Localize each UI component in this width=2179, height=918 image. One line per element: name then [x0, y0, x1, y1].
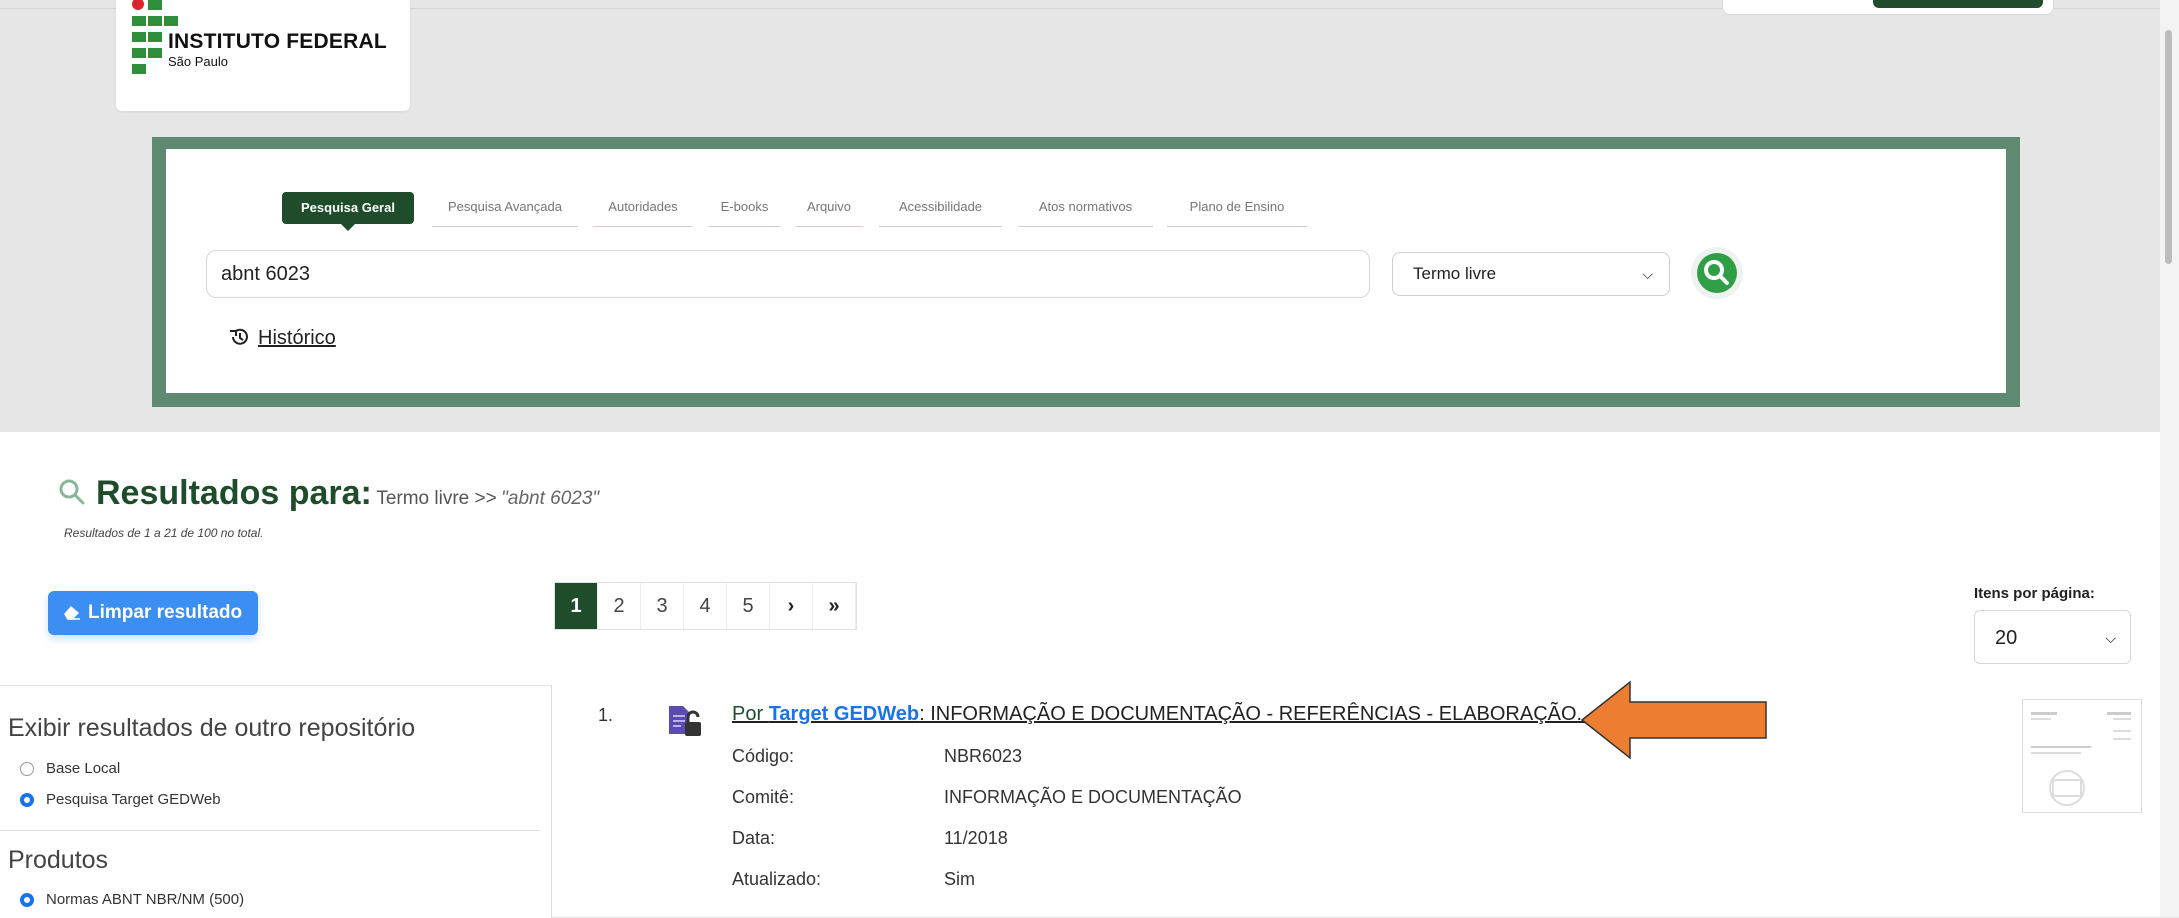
result-title: : INFORMAÇÃO E DOCUMENTAÇÃO - REFERÊNCIA… — [919, 703, 1594, 725]
tab-plano-de-ensino[interactable]: Plano de Ensino — [1167, 192, 1307, 227]
history-label: Histórico — [258, 327, 336, 349]
radio-icon[interactable] — [20, 762, 34, 776]
last-page-icon[interactable]: » — [813, 583, 856, 629]
pagination: 1 2 3 4 5 › » — [554, 582, 857, 630]
results-heading: Resultados para: Termo livre >> "abnt 60… — [58, 474, 599, 513]
vertical-scrollbar[interactable] — [2160, 0, 2179, 917]
search-icon — [59, 479, 85, 505]
annotation-arrow-icon — [1580, 680, 1767, 760]
field-label-codigo: Código: — [732, 746, 795, 766]
search-input[interactable] — [206, 250, 1370, 298]
page-2[interactable]: 2 — [598, 583, 641, 629]
product-option-label: Normas ABNT NBR/NM (500) — [46, 891, 245, 908]
page-3[interactable]: 3 — [641, 583, 684, 629]
logo-subtitle: São Paulo — [168, 54, 228, 69]
document-thumbnail-image — [2031, 712, 2131, 806]
field-value-comite: INFORMAÇÃO E DOCUMENTAÇÃO — [944, 787, 1242, 807]
search-frame: Pesquisa Geral Pesquisa Avançada Autorid… — [152, 137, 2020, 407]
logo-title: INSTITUTO FEDERAL — [168, 30, 387, 53]
result-index: 1. — [598, 705, 614, 725]
top-right-button[interactable] — [1873, 0, 2043, 8]
search-button[interactable] — [1691, 247, 1743, 299]
results-count: Resultados de 1 a 21 de 100 no total. — [64, 526, 264, 540]
items-per-page-label: Itens por página: — [1974, 585, 2095, 602]
search-icon — [1704, 260, 1729, 285]
page-5[interactable]: 5 — [727, 583, 770, 629]
field-value-data: 11/2018 — [944, 828, 1008, 848]
sidebar-divider — [0, 830, 540, 831]
history-link[interactable]: Histórico — [228, 327, 336, 350]
tab-arquivo[interactable]: Arquivo — [795, 192, 863, 227]
result-item: 1. Por Target GEDWeb: INFORMAÇÃO E DOCUM… — [552, 685, 2168, 917]
page-1[interactable]: 1 — [555, 583, 598, 629]
products-heading: Produtos — [8, 846, 109, 874]
repo-heading: Exibir resultados de outro repositório — [8, 714, 416, 742]
tab-autoridades[interactable]: Autoridades — [593, 192, 693, 227]
filter-sidebar: Exibir resultados de outro repositório B… — [0, 685, 552, 918]
results-area: Resultados para: Termo livre >> "abnt 60… — [0, 432, 2168, 918]
result-source-link[interactable]: Target GEDWeb — [769, 703, 919, 725]
search-panel: Pesquisa Geral Pesquisa Avançada Autorid… — [166, 149, 2006, 393]
items-per-page-value: 20 — [1995, 627, 2018, 649]
field-value-atualizado: Sim — [944, 869, 975, 889]
field-label-atualizado: Atualizado: — [732, 869, 822, 889]
field-value-codigo: NBR6023 — [944, 746, 1023, 766]
scrollbar-thumb[interactable] — [2165, 30, 2172, 264]
document-thumbnail[interactable] — [2022, 699, 2142, 813]
results-criteria: Termo livre >> — [376, 488, 497, 509]
tab-pesquisa-avancada[interactable]: Pesquisa Avançada — [432, 192, 578, 227]
clear-results-button[interactable]: Limpar resultado — [48, 591, 258, 635]
field-label-data: Data: — [732, 828, 776, 848]
radio-selected-icon[interactable] — [20, 793, 34, 807]
product-option-normas[interactable]: Normas ABNT NBR/NM (500) — [20, 891, 244, 908]
results-title: Resultados para: — [96, 474, 372, 512]
chevron-down-icon: ⌵ — [2105, 630, 2116, 646]
repo-option-base-local[interactable]: Base Local — [20, 760, 120, 777]
field-label-comite: Comitê: — [732, 787, 795, 807]
page-4[interactable]: 4 — [684, 583, 727, 629]
clear-results-label: Limpar resultado — [88, 602, 243, 623]
results-query: "abnt 6023" — [501, 488, 600, 509]
repo-option-label: Base Local — [46, 760, 121, 777]
repo-option-label: Pesquisa Target GEDWeb — [46, 791, 221, 808]
eraser-icon — [64, 606, 80, 620]
search-filter-value: Termo livre — [1413, 264, 1497, 283]
top-right-menu[interactable] — [1722, 0, 2054, 15]
tab-acessibilidade[interactable]: Acessibilidade — [879, 192, 1002, 227]
radio-selected-icon[interactable] — [20, 893, 34, 907]
chevron-down-icon: ⌵ — [1642, 266, 1653, 282]
result-title-link[interactable]: Por Target GEDWeb: INFORMAÇÃO E DOCUMENT… — [732, 703, 1593, 726]
tab-ebooks[interactable]: E-books — [708, 192, 781, 227]
logo-card[interactable]: INSTITUTO FEDERAL São Paulo — [116, 0, 410, 111]
tab-atos-normativos[interactable]: Atos normativos — [1018, 192, 1153, 227]
history-icon — [230, 328, 248, 345]
items-per-page-select[interactable]: 20 ⌵ — [1974, 610, 2131, 664]
repo-option-target-gedweb[interactable]: Pesquisa Target GEDWeb — [20, 791, 221, 808]
tab-pesquisa-geral[interactable]: Pesquisa Geral — [282, 192, 414, 231]
search-filter-select[interactable]: Termo livre ⌵ — [1392, 252, 1670, 296]
locked-document-icon — [669, 706, 701, 736]
result-link-prefix: Por — [732, 703, 769, 725]
next-page-icon[interactable]: › — [770, 583, 813, 629]
